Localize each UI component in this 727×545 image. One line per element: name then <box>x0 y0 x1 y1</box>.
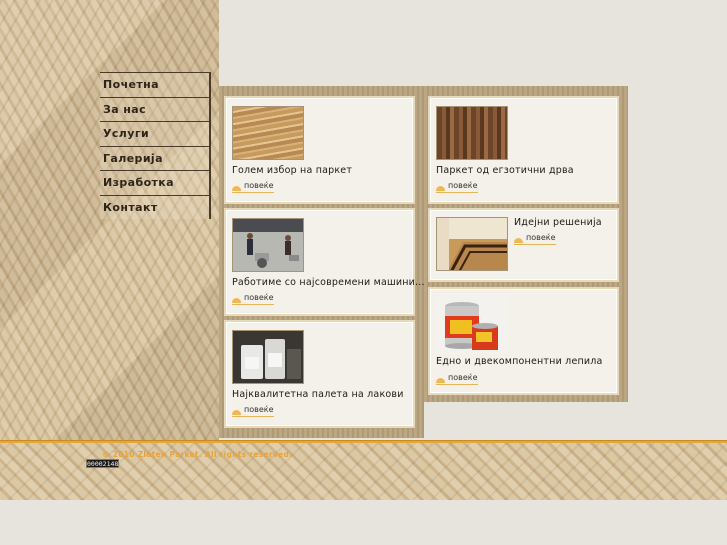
nav-item-contact[interactable]: Контакт <box>100 194 209 219</box>
arrow-icon <box>514 238 523 243</box>
card-title: Идејни решенија <box>514 217 602 228</box>
visit-counter: 00002148 <box>86 459 119 468</box>
glue-buckets-graphic <box>445 302 498 350</box>
card-title: Паркет од егзотични дрва <box>436 165 574 176</box>
card-title: Едно и двекомпонентни лепила <box>436 356 603 367</box>
card-lacquer: Најквалитетна палета на лакови повеќе <box>224 320 415 428</box>
lacquer-cans-graphic <box>241 339 301 379</box>
nav-item-about[interactable]: За нас <box>100 96 209 121</box>
floor-design-graphic <box>437 218 507 270</box>
card-glue: Едно и двекомпонентни лепила повеќе <box>428 287 619 395</box>
more-label: повеќе <box>448 373 478 382</box>
more-label: повеќе <box>448 181 478 190</box>
arrow-icon <box>232 186 241 191</box>
footer-divider <box>0 440 727 443</box>
card-machines: Работиме со најсовремени машини... повеќ… <box>224 208 425 316</box>
wood-background-footer <box>0 440 727 500</box>
exotic-wood-image[interactable] <box>436 106 508 160</box>
card-exotic: Паркет од егзотични дрва повеќе <box>428 96 619 204</box>
more-link[interactable]: повеќе <box>232 404 274 417</box>
more-label: повеќе <box>244 181 274 190</box>
lacquer-cans-image[interactable] <box>232 330 304 384</box>
floor-machines-graphic <box>247 233 299 268</box>
nav-item-home[interactable]: Почетна <box>100 72 209 97</box>
more-link[interactable]: повеќе <box>232 292 274 305</box>
more-link[interactable]: повеќе <box>232 180 274 193</box>
more-label: повеќе <box>526 233 556 242</box>
arrow-icon <box>436 378 445 383</box>
nav-item-production[interactable]: Изработка <box>100 170 209 195</box>
card-title: Голем избор на паркет <box>232 165 353 176</box>
floor-design-image[interactable] <box>436 217 508 271</box>
card-parquet: Голем избор на паркет повеќе <box>224 96 415 204</box>
more-label: повеќе <box>244 405 274 414</box>
nav-item-gallery[interactable]: Галерија <box>100 145 209 170</box>
nav-item-services[interactable]: Услуги <box>100 121 209 146</box>
floor-machines-image[interactable] <box>232 218 304 272</box>
more-link[interactable]: повеќе <box>436 180 478 193</box>
main-nav: Почетна За нас Услуги Галерија Изработка… <box>100 72 211 219</box>
planks-image[interactable] <box>232 106 304 160</box>
card-title: Најквалитетна палета на лакови <box>232 389 404 400</box>
arrow-icon <box>232 298 241 303</box>
card-ideas: Идејни решенија повеќе <box>428 208 619 282</box>
copyright-text: © 2010 Zlaten Parket. All rights reserve… <box>102 450 293 459</box>
card-title: Работиме со најсовремени машини... <box>232 277 425 288</box>
bottom-band <box>0 500 727 545</box>
arrow-icon <box>232 410 241 415</box>
glue-buckets-image[interactable] <box>436 296 508 354</box>
more-label: повеќе <box>244 293 274 302</box>
wood-background-left <box>0 0 219 440</box>
more-link[interactable]: повеќе <box>514 232 556 245</box>
arrow-icon <box>436 186 445 191</box>
more-link[interactable]: повеќе <box>436 372 478 385</box>
